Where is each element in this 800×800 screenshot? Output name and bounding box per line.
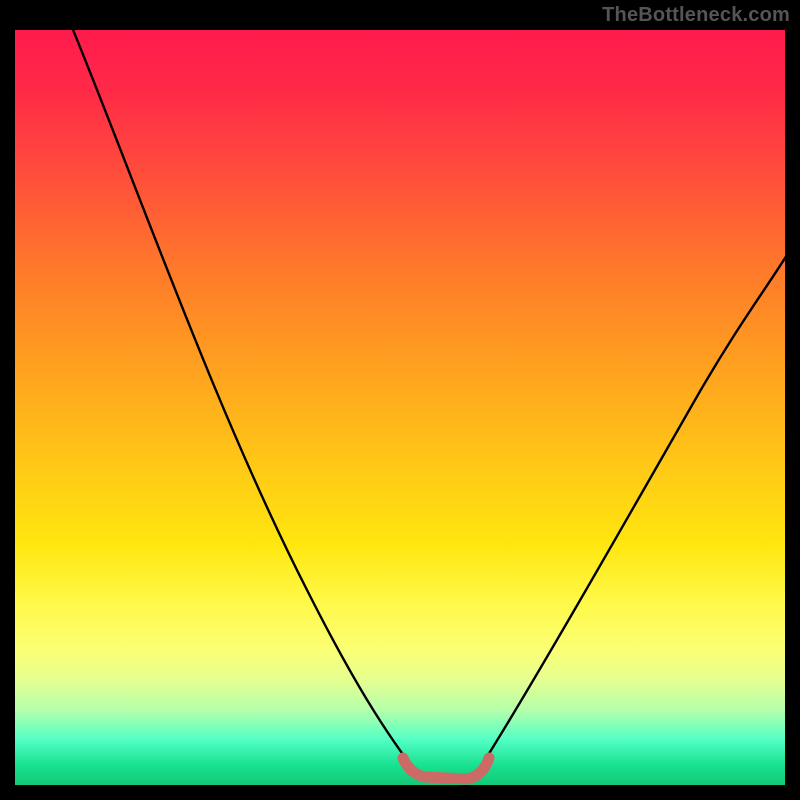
chart-stage: TheBottleneck.com bbox=[0, 0, 800, 800]
plot-area bbox=[15, 30, 785, 785]
curve-layer bbox=[15, 30, 785, 785]
bottleneck-right-curve bbox=[485, 255, 785, 760]
watermark-text: TheBottleneck.com bbox=[602, 4, 790, 27]
bottleneck-floor-segment bbox=[403, 758, 489, 779]
bottleneck-left-curve bbox=[69, 30, 407, 760]
